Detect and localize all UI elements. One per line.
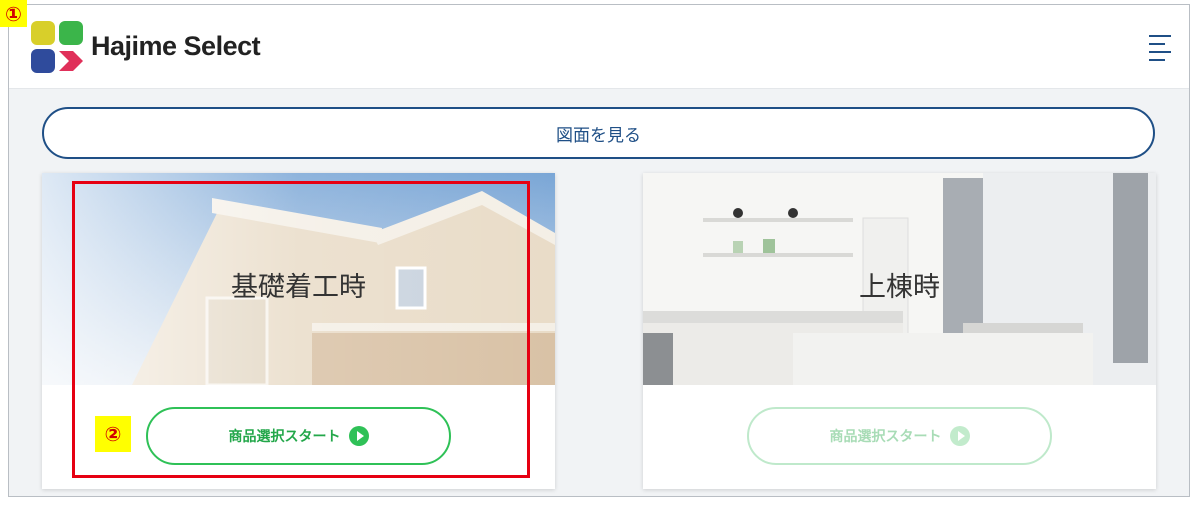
start-selection-label: 商品選択スタート [228, 429, 341, 445]
start-selection-label: 商品選択スタート [829, 429, 942, 445]
start-selection-button[interactable]: 商品選択スタート [146, 407, 451, 465]
card-title-foundation: 基礎着工時 [231, 272, 366, 303]
annotation-badge-1: ① [0, 0, 27, 27]
header: Hajime Select [9, 5, 1189, 89]
brand-name: Hajime Select [91, 31, 261, 61]
start-selection-button-disabled[interactable]: 商品選択スタート [747, 407, 1052, 465]
view-floorplan-label: 図面を見る [556, 125, 641, 146]
annotation-badge-2: ② [95, 416, 131, 452]
play-icon [348, 426, 369, 446]
logo-icon [31, 21, 83, 73]
card-title-framing: 上棟時 [859, 272, 940, 303]
app-frame: Hajime Select 図面を見る 基礎着工時 商品選択スタート 上棟時 商… [8, 4, 1190, 497]
play-icon [949, 426, 970, 446]
hamburger-menu-icon[interactable] [1149, 35, 1171, 61]
framing-card: 上棟時 商品選択スタート [643, 173, 1156, 489]
view-floorplan-button[interactable]: 図面を見る [42, 107, 1155, 159]
